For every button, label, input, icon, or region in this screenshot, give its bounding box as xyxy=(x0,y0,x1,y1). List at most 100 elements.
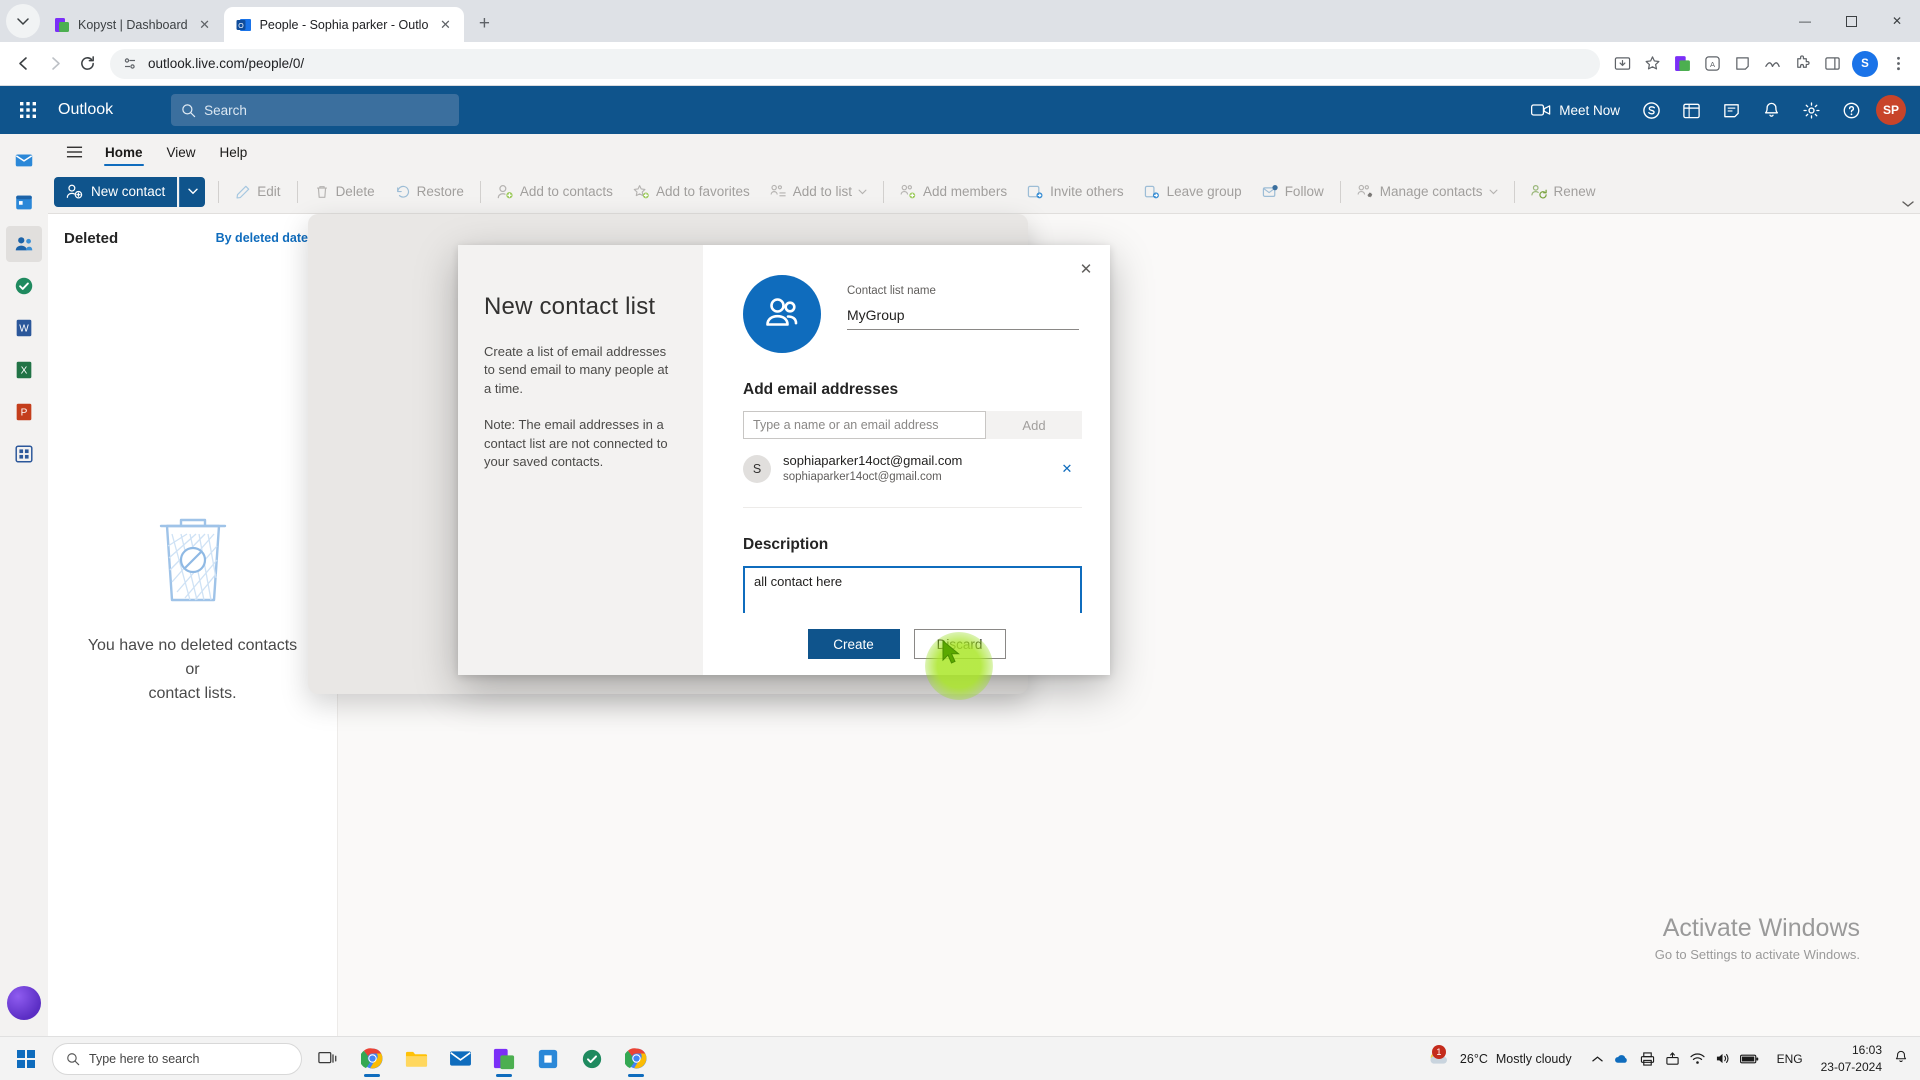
tab-help[interactable]: Help xyxy=(209,135,259,169)
mail-icon[interactable] xyxy=(438,1039,482,1079)
volume-icon[interactable] xyxy=(1715,1052,1730,1065)
copilot-orb-icon[interactable] xyxy=(7,986,41,1020)
notifications-bell-icon[interactable] xyxy=(1752,91,1790,129)
ribbon-collapse-icon[interactable] xyxy=(1902,199,1914,211)
taskbar-search-box[interactable]: Type here to search xyxy=(52,1042,302,1075)
user-avatar[interactable]: SP xyxy=(1876,95,1906,125)
kopyst-extension-icon[interactable] xyxy=(1668,50,1696,78)
minimize-button[interactable]: — xyxy=(1782,0,1828,42)
settings-gear-icon[interactable] xyxy=(1792,91,1830,129)
rail-excel-icon[interactable]: X xyxy=(6,352,42,388)
chrome2-icon[interactable] xyxy=(614,1039,658,1079)
remove-recipient-icon[interactable]: ✕ xyxy=(1056,458,1078,480)
tab-home[interactable]: Home xyxy=(94,135,154,169)
notification-center-icon[interactable] xyxy=(1894,1050,1908,1067)
sidebar-toggle-icon[interactable] xyxy=(1818,50,1846,78)
forward-button[interactable] xyxy=(40,49,70,79)
rail-powerpoint-icon[interactable]: P xyxy=(6,394,42,430)
toolbar-item-add-to-list[interactable]: Add to list xyxy=(761,177,876,207)
close-icon[interactable]: ✕ xyxy=(436,16,454,34)
onedrive-icon[interactable] xyxy=(1613,1053,1630,1065)
sort-dropdown[interactable]: By deleted date xyxy=(216,231,323,245)
toolbar-item-leave-group[interactable]: Leave group xyxy=(1135,177,1251,207)
tab-search-button[interactable] xyxy=(6,4,40,38)
bookmark-star-icon[interactable] xyxy=(1638,50,1666,78)
chrome-menu-icon[interactable] xyxy=(1884,50,1912,78)
browser-tab-kopyst[interactable]: Kopyst | Dashboard ✕ xyxy=(42,7,224,42)
kopyst-icon[interactable] xyxy=(482,1039,526,1079)
calendar-apps-icon[interactable] xyxy=(1672,91,1710,129)
group-avatar-button[interactable] xyxy=(743,275,821,353)
toolbar-item-manage-contacts[interactable]: Manage contacts xyxy=(1348,177,1507,207)
ribbon-menu-icon[interactable] xyxy=(56,136,92,168)
rail-todo-icon[interactable] xyxy=(6,268,42,304)
toolbar-item-add-to-favorites[interactable]: Add to favorites xyxy=(624,177,759,207)
toolbar-label: Restore xyxy=(416,184,464,199)
antivirus-icon[interactable] xyxy=(570,1039,614,1079)
chrome-profile-avatar[interactable]: S xyxy=(1852,50,1878,77)
rail-word-icon[interactable]: W xyxy=(6,310,42,346)
grammar-extension-icon[interactable]: A xyxy=(1698,50,1726,78)
toolbar-item-renew[interactable]: Renew xyxy=(1522,177,1605,207)
toolbar-item-add-members[interactable]: Add members xyxy=(891,177,1016,207)
new-tab-button[interactable]: + xyxy=(470,10,498,38)
printer-icon[interactable] xyxy=(1640,1051,1655,1066)
browser-tab-outlook[interactable]: O People - Sophia parker - Outlo ✕ xyxy=(223,7,465,42)
task-view-icon[interactable] xyxy=(306,1039,350,1079)
rail-mail-icon[interactable] xyxy=(6,142,42,178)
new-contact-dropdown[interactable] xyxy=(179,176,206,207)
file-explorer-icon[interactable] xyxy=(394,1039,438,1079)
help-question-icon[interactable] xyxy=(1832,91,1870,129)
dialog-close-button[interactable]: ✕ xyxy=(1070,253,1102,285)
meet-now-button[interactable]: Meet Now xyxy=(1521,91,1630,129)
create-button[interactable]: Create xyxy=(807,629,900,659)
install-app-icon[interactable] xyxy=(1608,50,1636,78)
toolbar-item-follow[interactable]: Follow xyxy=(1253,177,1333,207)
recipient-info: sophiaparker14oct@gmail.com sophiaparker… xyxy=(783,453,1044,485)
extensions-puzzle-icon[interactable] xyxy=(1788,50,1816,78)
store-icon[interactable] xyxy=(526,1039,570,1079)
toolbar-item-delete[interactable]: Delete xyxy=(305,177,384,207)
add-email-button[interactable]: Add xyxy=(986,411,1082,439)
dialog-title: New contact list xyxy=(484,293,656,320)
rail-calendar-icon[interactable] xyxy=(6,184,42,220)
add-person-icon xyxy=(497,184,513,198)
language-indicator[interactable]: ENG xyxy=(1771,1052,1809,1066)
app-launcher-icon[interactable] xyxy=(8,90,48,130)
divider xyxy=(1339,180,1341,203)
divider xyxy=(883,180,885,203)
battery-icon[interactable] xyxy=(1739,1053,1759,1065)
toolbar-item-edit[interactable]: Edit xyxy=(226,177,289,207)
chrome-icon[interactable] xyxy=(350,1039,394,1079)
address-bar[interactable]: outlook.live.com/people/0/ xyxy=(110,48,1600,79)
rail-people-icon[interactable] xyxy=(6,226,42,262)
safely-remove-icon[interactable] xyxy=(1665,1051,1680,1066)
divider xyxy=(1513,180,1515,203)
new-contact-button[interactable]: New contact xyxy=(54,176,178,207)
maximize-button[interactable] xyxy=(1828,0,1874,42)
toolbar-item-restore[interactable]: Restore xyxy=(386,177,473,207)
new-contact-label: New contact xyxy=(91,184,166,199)
show-hidden-icons-chevron-icon[interactable] xyxy=(1591,1055,1603,1063)
description-textarea[interactable] xyxy=(743,565,1082,618)
reload-button[interactable] xyxy=(72,49,102,79)
weather-widget[interactable]: 1 26°C Mostly cloudy xyxy=(1418,1041,1580,1077)
feedback-note-icon[interactable] xyxy=(1712,91,1750,129)
close-window-button[interactable]: ✕ xyxy=(1874,0,1920,42)
clock-widget[interactable]: 16:03 23-07-2024 xyxy=(1813,1042,1890,1074)
window-controls: — ✕ xyxy=(1782,0,1920,42)
note-extension-icon[interactable] xyxy=(1728,50,1756,78)
rail-more-apps-icon[interactable] xyxy=(6,436,42,472)
toolbar-item-add-to-contacts[interactable]: Add to contacts xyxy=(488,177,622,207)
close-icon[interactable]: ✕ xyxy=(196,16,214,34)
reading-list-icon[interactable] xyxy=(1758,50,1786,78)
back-button[interactable] xyxy=(8,49,38,79)
skype-icon[interactable] xyxy=(1632,91,1670,129)
start-button[interactable] xyxy=(4,1039,48,1079)
network-icon[interactable] xyxy=(1689,1052,1705,1065)
email-input[interactable] xyxy=(743,411,986,439)
tab-view[interactable]: View xyxy=(156,135,207,169)
search-input[interactable]: Search xyxy=(171,94,460,126)
contact-list-name-input[interactable] xyxy=(847,304,1079,330)
toolbar-item-invite-others[interactable]: Invite others xyxy=(1018,177,1133,207)
